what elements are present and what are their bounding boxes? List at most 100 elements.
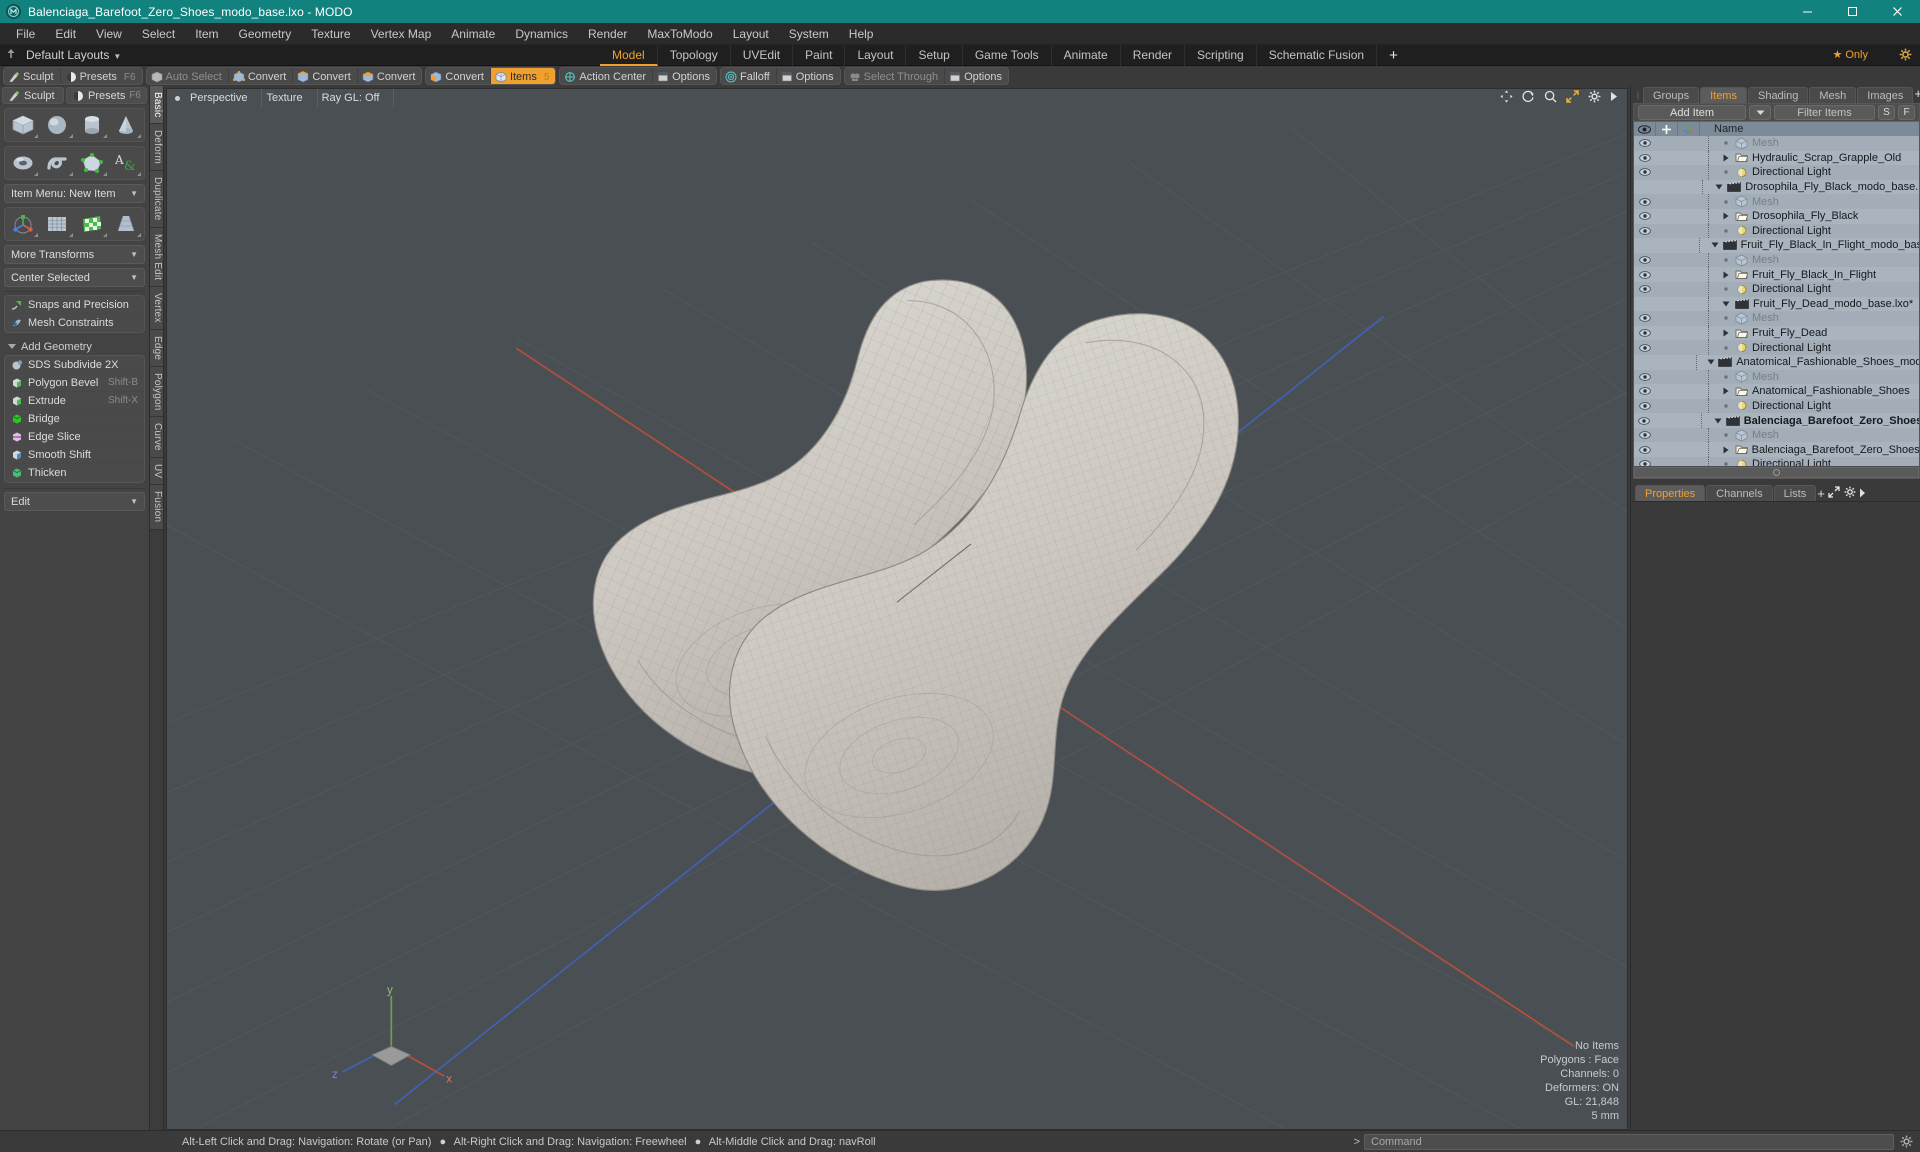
menu-edit[interactable]: Edit xyxy=(45,23,86,45)
item-list-row[interactable]: Mesh xyxy=(1634,427,1919,443)
edge-slice-button[interactable]: Edge Slice xyxy=(5,428,144,446)
menu-maxtomodo[interactable]: MaxToModo xyxy=(637,23,722,45)
fit-icon[interactable] xyxy=(1566,90,1579,106)
item-list-row[interactable]: Fruit_Fly_Dead_modo_base.lxo* xyxy=(1634,296,1919,312)
menu-view[interactable]: View xyxy=(86,23,132,45)
tree-leaf-dot-icon[interactable] xyxy=(1717,432,1735,438)
visibility-eye-icon[interactable] xyxy=(1634,270,1656,279)
auto-select-button[interactable]: Auto Select xyxy=(147,68,229,84)
pin-icon[interactable] xyxy=(0,48,22,62)
visibility-eye-icon[interactable] xyxy=(1634,154,1656,162)
expander-down-icon[interactable] xyxy=(1717,300,1735,308)
only-toggle[interactable]: ★ Only xyxy=(1832,45,1868,66)
menu-layout[interactable]: Layout xyxy=(723,23,779,45)
expander-down-icon[interactable] xyxy=(1711,183,1727,191)
item-list-row[interactable]: Drosophila_Fly_Black xyxy=(1634,208,1919,224)
item-list-row[interactable]: Fruit_Fly_Black_In_Flight xyxy=(1634,267,1919,282)
layout-tab-setup[interactable]: Setup xyxy=(906,45,963,66)
menu-animate[interactable]: Animate xyxy=(441,23,505,45)
convert-material-button[interactable]: Convert xyxy=(426,68,491,84)
tab-lists[interactable]: Lists xyxy=(1773,485,1817,501)
convert-vertex-button[interactable]: Convert xyxy=(229,68,294,84)
more-transforms-dropdown[interactable]: More Transforms ▼ xyxy=(4,245,145,264)
gear-icon[interactable] xyxy=(1588,90,1601,106)
column-transform-icon[interactable] xyxy=(1678,121,1700,137)
menu-render[interactable]: Render xyxy=(578,23,637,45)
item-list-row[interactable]: Directional Light xyxy=(1634,223,1919,239)
expander-right-icon[interactable] xyxy=(1717,154,1735,162)
action-center-options-button[interactable]: Options xyxy=(653,68,716,84)
cone-primitive-icon[interactable] xyxy=(110,111,142,139)
item-list-row[interactable]: Directional Light xyxy=(1634,398,1919,414)
add-properties-tab-button[interactable]: + xyxy=(1817,486,1825,501)
tree-leaf-dot-icon[interactable] xyxy=(1717,461,1735,466)
checker-deform-icon[interactable] xyxy=(76,210,108,238)
item-list-row[interactable]: Mesh xyxy=(1634,194,1919,209)
layout-tab-layout[interactable]: Layout xyxy=(845,45,907,66)
chevron-right-icon[interactable] xyxy=(1610,91,1618,105)
filter-s-button[interactable]: S xyxy=(1878,105,1895,120)
tree-leaf-dot-icon[interactable] xyxy=(1717,199,1735,205)
visibility-eye-icon[interactable] xyxy=(1634,387,1656,396)
tree-leaf-dot-icon[interactable] xyxy=(1717,374,1735,380)
gear-icon[interactable] xyxy=(1899,48,1912,64)
visibility-eye-icon[interactable] xyxy=(1634,285,1656,294)
default-layouts-dropdown[interactable]: Default Layouts ▼ xyxy=(22,48,121,62)
sphere-primitive-icon[interactable] xyxy=(41,111,73,139)
tab-images[interactable]: Images xyxy=(1857,87,1914,103)
vtab-vertex[interactable]: Vertex xyxy=(150,287,163,330)
vtab-mesh-edit[interactable]: Mesh Edit xyxy=(150,227,163,288)
visibility-eye-icon[interactable] xyxy=(1634,431,1656,440)
item-list-row[interactable]: Anatomical_Fashionable_Shoes_modo_bas ..… xyxy=(1634,354,1919,370)
extrude-button[interactable]: Extrude Shift-X xyxy=(5,392,144,410)
layout-tab-schematic-fusion[interactable]: Schematic Fusion xyxy=(1257,45,1378,66)
rotate-icon[interactable] xyxy=(1522,90,1535,106)
visibility-eye-icon[interactable] xyxy=(1634,197,1656,206)
tab-properties[interactable]: Properties xyxy=(1635,485,1706,501)
item-list-row[interactable]: Mesh xyxy=(1634,311,1919,326)
visibility-eye-icon[interactable] xyxy=(1634,460,1656,466)
tab-mesh[interactable]: Mesh ... xyxy=(1809,87,1857,118)
transform-gizmo-icon[interactable] xyxy=(7,210,39,238)
vtab-uv[interactable]: UV xyxy=(150,458,163,486)
tree-leaf-dot-icon[interactable] xyxy=(1717,169,1735,175)
viewport-menu-dot-icon[interactable] xyxy=(175,95,180,101)
sds-subdivide-button[interactable]: SDS Subdivide 2X xyxy=(5,356,144,374)
falloff-options-button[interactable]: Options xyxy=(777,68,840,84)
viewport-raygl-dropdown[interactable]: Ray GL: Off xyxy=(318,89,395,107)
expander-down-icon[interactable] xyxy=(1710,417,1726,425)
items-mode-button[interactable]: Items 5 xyxy=(490,68,556,84)
visibility-eye-icon[interactable] xyxy=(1634,402,1656,410)
expander-right-icon[interactable] xyxy=(1717,212,1735,220)
tube-primitive-icon[interactable] xyxy=(41,149,73,177)
visibility-eye-icon[interactable] xyxy=(1634,227,1656,235)
menu-help[interactable]: Help xyxy=(839,23,884,45)
expander-down-icon[interactable] xyxy=(1707,241,1723,249)
menu-item[interactable]: Item xyxy=(185,23,228,45)
chevron-right-icon[interactable] xyxy=(1859,487,1866,501)
menu-file[interactable]: File xyxy=(6,23,45,45)
visibility-eye-icon[interactable] xyxy=(1634,372,1656,381)
convert-polygon-button[interactable]: Convert xyxy=(358,68,422,84)
item-list-row[interactable]: Directional Light xyxy=(1634,165,1919,180)
expander-right-icon[interactable] xyxy=(1717,271,1735,279)
item-list-row[interactable]: Directional Light xyxy=(1634,457,1919,466)
vtab-polygon[interactable]: Polygon xyxy=(150,366,163,418)
tab-channels[interactable]: Channels xyxy=(1706,485,1773,501)
perspective-viewport[interactable]: y x z Perspective Texture Ray GL: Off No… xyxy=(166,88,1628,1130)
sculpt-button[interactable]: Sculpt xyxy=(4,68,61,84)
add-item-button[interactable]: Add Item xyxy=(1638,105,1746,120)
menu-vertex-map[interactable]: Vertex Map xyxy=(361,23,442,45)
filter-f-button[interactable]: F xyxy=(1898,105,1915,120)
layout-tab-scripting[interactable]: Scripting xyxy=(1185,45,1257,66)
tree-leaf-dot-icon[interactable] xyxy=(1717,257,1735,263)
filter-items-input[interactable]: Filter Items xyxy=(1774,105,1875,120)
panel-menu-dot-icon[interactable] xyxy=(1637,91,1639,100)
convert-edge-button[interactable]: Convert xyxy=(293,68,358,84)
snaps-and-precision-button[interactable]: Snaps and Precision xyxy=(5,296,144,314)
tree-leaf-dot-icon[interactable] xyxy=(1717,286,1735,292)
item-list-row[interactable]: Anatomical_Fashionable_Shoes xyxy=(1634,384,1919,399)
item-list-row[interactable]: Balenciaga_Barefoot_Zero_Shoes xyxy=(1634,442,1919,458)
item-list-row[interactable]: Drosophila_Fly_Black_modo_base.lxo* xyxy=(1634,179,1919,195)
layout-tab-render[interactable]: Render xyxy=(1121,45,1186,66)
